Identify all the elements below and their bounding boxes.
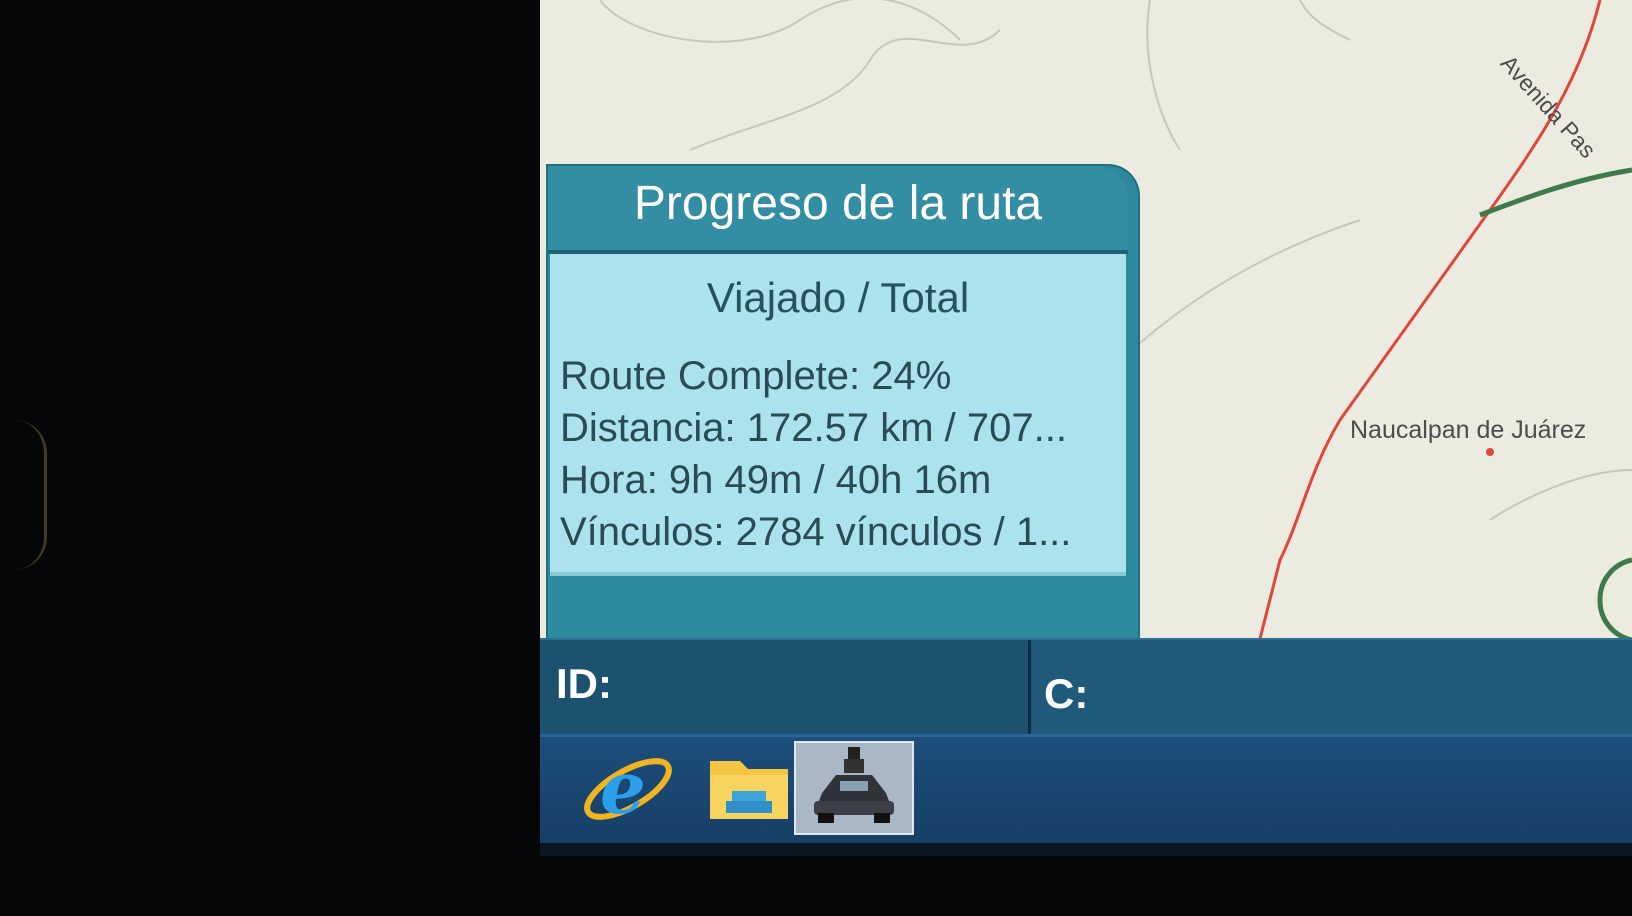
status-bar: ID: C:	[540, 638, 1632, 736]
city-marker	[1486, 448, 1494, 456]
internet-explorer-icon: e	[584, 745, 672, 830]
column-header: Viajado / Total	[706, 274, 970, 321]
panel-title: Progreso de la ruta	[633, 177, 1043, 230]
id-label: ID:	[556, 660, 612, 707]
distance-line: Distancia: 172.57 km / 707...	[560, 406, 1067, 450]
route-progress-panel[interactable]: Progreso de la ruta Viajado / Total Rout…	[548, 166, 1138, 674]
city-label: Naucalpan de Juárez	[1350, 416, 1587, 444]
navigation-car-icon	[814, 747, 894, 823]
file-explorer-icon	[710, 761, 788, 819]
panel-body: Viajado / Total Route Complete: 24% Dist…	[550, 254, 1126, 576]
device-screen: Naucalpan de Juárez Avenida Pas Progreso…	[540, 0, 1632, 856]
monitor-bezel-reflection	[14, 420, 47, 570]
id-field[interactable]: ID:	[540, 640, 1031, 736]
c-label: C:	[1044, 670, 1089, 717]
taskbar: e	[540, 734, 1632, 843]
svg-text:e: e	[600, 745, 646, 830]
route-complete-line: Route Complete: 24%	[560, 354, 952, 398]
map-view[interactable]: Naucalpan de Juárez Avenida Pas Progreso…	[540, 0, 1632, 674]
time-line: Hora: 9h 49m / 40h 16m	[560, 458, 992, 502]
navigation-app-button[interactable]	[794, 741, 914, 835]
file-explorer-button[interactable]	[690, 741, 810, 831]
panel-header: Progreso de la ruta	[548, 166, 1128, 254]
compass-edge	[1597, 557, 1632, 643]
links-line: Vínculos: 2784 vínculos / 1...	[560, 510, 1072, 554]
internet-explorer-button[interactable]: e	[570, 741, 690, 831]
